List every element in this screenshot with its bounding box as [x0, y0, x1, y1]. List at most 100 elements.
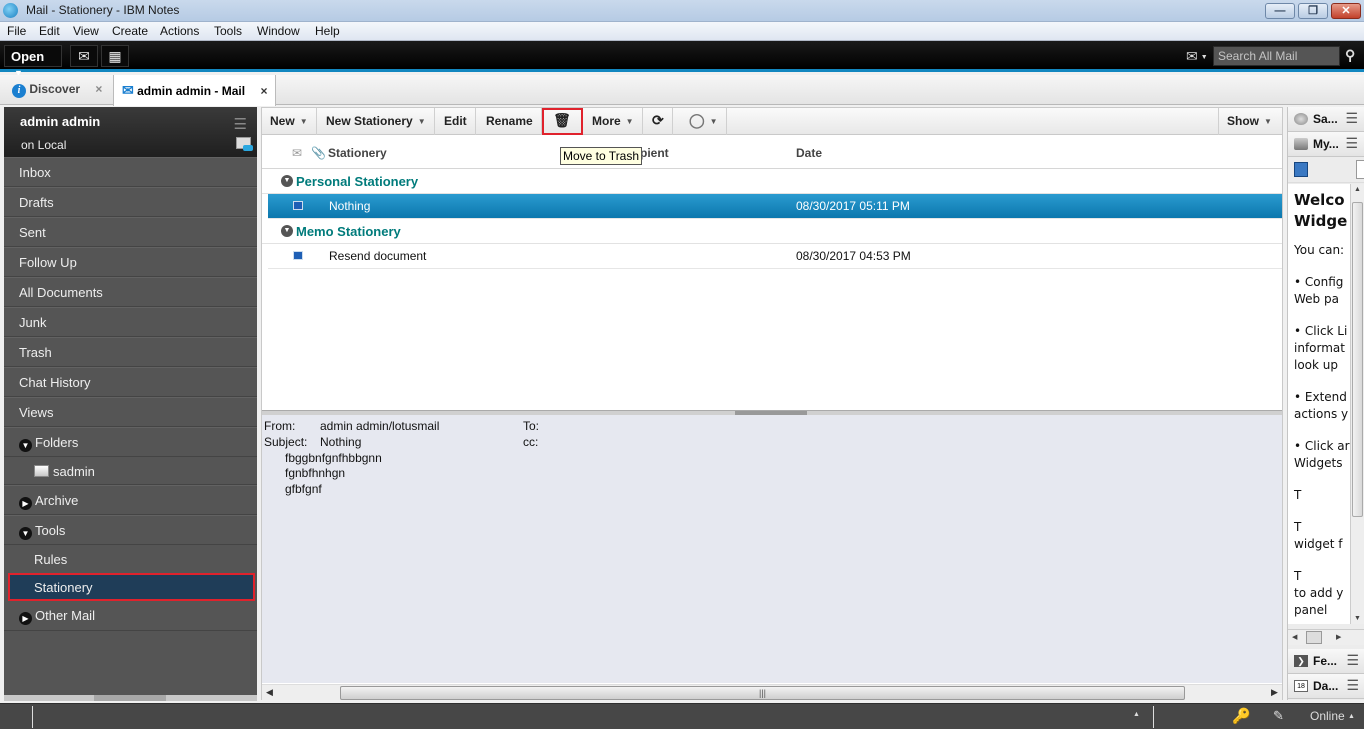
collapsed-twistie-icon[interactable]: ▶: [19, 612, 32, 625]
sidebar-item-other-mail[interactable]: ▶ Other Mail: [4, 601, 257, 631]
expanded-twistie-icon[interactable]: ▼: [281, 175, 293, 187]
close-tab-icon[interactable]: ×: [260, 84, 267, 98]
open-button[interactable]: Open ▼: [4, 45, 62, 78]
collapsed-twistie-icon[interactable]: ▶: [19, 497, 32, 510]
sidebar-item-inbox[interactable]: Inbox: [4, 157, 257, 187]
day-at-a-glance-panel-header[interactable]: 18 Da... ☰: [1288, 674, 1364, 699]
category-memo-stationery[interactable]: ▼ Memo Stationery: [262, 219, 1282, 244]
menu-tools[interactable]: Tools: [214, 24, 242, 38]
menu-file[interactable]: File: [7, 24, 26, 38]
sidebar-item-archive[interactable]: ▶ Archive: [4, 485, 257, 515]
sidebar-item-junk[interactable]: Junk: [4, 307, 257, 337]
scroll-left-arrow-icon[interactable]: ◀: [1292, 633, 1297, 641]
tab-discover[interactable]: i Discover ×: [4, 75, 110, 105]
navigator-resize-handle[interactable]: [4, 695, 257, 701]
rename-button[interactable]: Rename: [478, 108, 542, 135]
close-tab-icon[interactable]: ×: [95, 82, 102, 96]
mail-button[interactable]: ✉: [70, 45, 98, 67]
hamburger-menu-icon[interactable]: ☰: [1346, 652, 1359, 669]
new-button[interactable]: New ▼: [262, 108, 317, 135]
minimize-button[interactable]: —: [1265, 3, 1295, 19]
hamburger-menu-icon[interactable]: ☰: [1345, 110, 1358, 127]
scrollbar-thumb[interactable]: [1306, 631, 1322, 644]
scroll-right-arrow-icon[interactable]: ▶: [1336, 633, 1341, 641]
menu-create[interactable]: Create: [112, 24, 148, 38]
scrollbar-thumb[interactable]: |||: [340, 686, 1185, 700]
search-icon[interactable]: ⚲: [1345, 47, 1355, 64]
tab-mail[interactable]: ✉ admin admin - Mail ×: [113, 75, 277, 106]
table-row[interactable]: Nothing 08/30/2017 05:11 PM: [268, 194, 1282, 219]
my-widgets-panel-header[interactable]: My... ☰: [1288, 132, 1364, 157]
sidebar-item-rules[interactable]: Rules: [4, 545, 257, 573]
close-window-button[interactable]: ✕: [1331, 3, 1361, 19]
widgets-vertical-scrollbar[interactable]: ▲ ▼: [1350, 184, 1364, 624]
online-status-label: Online: [1310, 709, 1345, 723]
more-button[interactable]: More ▼: [584, 108, 643, 135]
search-all-mail-input[interactable]: [1213, 46, 1340, 66]
edit-button[interactable]: Edit: [436, 108, 476, 135]
sidebar-item-chat-history[interactable]: Chat History: [4, 367, 257, 397]
column-stationery[interactable]: Stationery: [328, 146, 387, 160]
widget-catalog-icon[interactable]: [1294, 162, 1308, 177]
widgets-dropdown[interactable]: [1356, 160, 1364, 179]
expanded-twistie-icon[interactable]: ▼: [19, 439, 32, 452]
sidebar-item-trash[interactable]: Trash: [4, 337, 257, 367]
scroll-up-arrow-icon[interactable]: ▲: [1354, 186, 1361, 193]
refresh-button[interactable]: ⟳: [644, 108, 673, 135]
trash-icon: 🗑: [553, 112, 571, 128]
welcome-text: Web pa: [1294, 292, 1339, 306]
menu-actions[interactable]: Actions: [160, 24, 199, 38]
table-row[interactable]: Resend document 08/30/2017 04:53 PM: [268, 244, 1282, 269]
tab-bar: i Discover × ✉ admin admin - Mail ×: [0, 75, 1364, 106]
chat-button[interactable]: ◯ ▼: [681, 108, 727, 135]
column-recipient[interactable]: pient: [640, 146, 669, 160]
sidebar-item-folder-sadmin[interactable]: sadmin: [4, 457, 257, 485]
scroll-down-arrow-icon[interactable]: ▼: [1354, 615, 1361, 622]
key-icon[interactable]: 🔑: [1232, 707, 1251, 725]
attachment-paperclip-icon[interactable]: 📎: [311, 146, 326, 160]
menu-view[interactable]: View: [73, 24, 99, 38]
tab-label: admin admin - Mail: [137, 84, 246, 98]
menu-edit[interactable]: Edit: [39, 24, 60, 38]
column-date[interactable]: Date: [796, 146, 822, 160]
online-status[interactable]: Online ▲: [1310, 709, 1355, 723]
sidebar-item-drafts[interactable]: Drafts: [4, 187, 257, 217]
sidebar-item-sent[interactable]: Sent: [4, 217, 257, 247]
welcome-text: look up: [1294, 358, 1339, 372]
widgets-horizontal-scrollbar[interactable]: ◀ ▶: [1288, 629, 1364, 645]
scrollbar-thumb[interactable]: [1352, 202, 1363, 517]
status-divider: [1153, 706, 1154, 728]
hamburger-menu-icon[interactable]: ☰: [1345, 135, 1358, 152]
sidebar-item-stationery[interactable]: Stationery: [8, 573, 255, 601]
sidebar-item-folders[interactable]: ▼ Folders: [4, 427, 257, 457]
sidebar-item-views[interactable]: Views: [4, 397, 257, 427]
expanded-twistie-icon[interactable]: ▼: [19, 527, 32, 540]
menu-help[interactable]: Help: [315, 24, 340, 38]
unread-column-envelope-icon[interactable]: ✉: [292, 146, 302, 160]
hamburger-menu-icon[interactable]: ☰: [234, 115, 247, 133]
scroll-right-arrow-icon[interactable]: ▶: [1271, 687, 1278, 698]
restore-button[interactable]: ❐: [1298, 3, 1328, 19]
show-button[interactable]: Show ▼: [1218, 108, 1280, 135]
scroll-left-arrow-icon[interactable]: ◀: [266, 687, 273, 698]
new-stationery-button[interactable]: New Stationery ▼: [318, 108, 435, 135]
horizontal-scrollbar[interactable]: ◀ ||| ▶: [262, 684, 1282, 700]
location-lock-icon[interactable]: ✎: [1273, 708, 1284, 724]
search-scope-button[interactable]: ✉ ▼: [1186, 48, 1208, 65]
calendar-button[interactable]: ▦: [101, 45, 129, 67]
chevron-down-icon: ▼: [417, 117, 426, 126]
preview-pane: From: admin admin/lotusmail To: Subject:…: [262, 415, 1282, 683]
row-date: 08/30/2017 05:11 PM: [796, 199, 910, 213]
move-to-trash-button[interactable]: 🗑: [542, 108, 583, 135]
feeds-panel-header[interactable]: ❯ Fe... ☰: [1288, 649, 1364, 674]
sametime-panel-header[interactable]: Sa... ☰: [1288, 107, 1364, 132]
status-expand-arrow-icon[interactable]: ▲: [1133, 711, 1140, 718]
expanded-twistie-icon[interactable]: ▼: [281, 225, 293, 237]
panel-label: Fe...: [1313, 654, 1338, 668]
menu-window[interactable]: Window: [257, 24, 300, 38]
sidebar-item-tools[interactable]: ▼ Tools: [4, 515, 257, 545]
sidebar-item-all-documents[interactable]: All Documents: [4, 277, 257, 307]
hamburger-menu-icon[interactable]: ☰: [1346, 677, 1359, 694]
sidebar-item-follow-up[interactable]: Follow Up: [4, 247, 257, 277]
category-personal-stationery[interactable]: ▼ Personal Stationery: [262, 169, 1282, 194]
